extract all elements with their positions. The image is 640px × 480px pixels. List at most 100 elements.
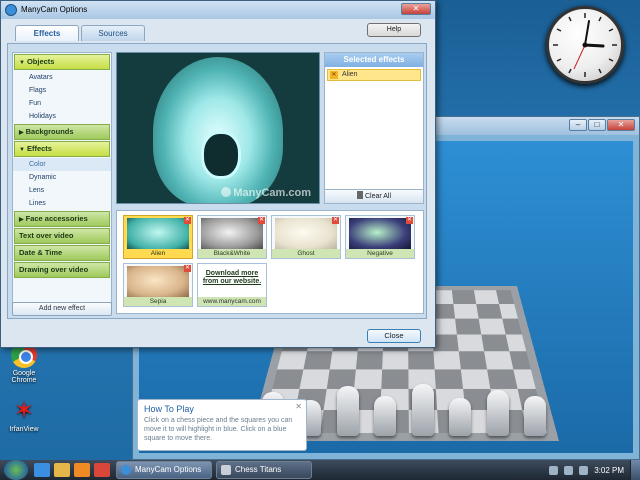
chess-piece-icon[interactable] xyxy=(449,398,472,436)
clock-face-icon xyxy=(553,13,617,77)
chess-piece-icon[interactable] xyxy=(374,396,397,436)
subcategory-lens[interactable]: Lens xyxy=(13,184,111,197)
category-drawing-over-video[interactable]: Drawing over video xyxy=(14,262,110,278)
effect-thumb-sepia[interactable]: ✕ Sepia xyxy=(123,263,193,307)
effect-thumb-alien[interactable]: ✕ Alien xyxy=(123,215,193,259)
start-button[interactable] xyxy=(4,460,28,480)
desktop-icon-label: IrfanView xyxy=(9,426,39,433)
effect-thumb-image xyxy=(349,218,411,250)
tab-effects[interactable]: Effects xyxy=(15,25,79,41)
taskbar: ManyCam Options Chess Titans 3:02 PM xyxy=(0,460,640,480)
remove-effect-icon[interactable]: ✕ xyxy=(184,217,191,224)
selected-effect-item[interactable]: ✕ Alien xyxy=(327,69,421,81)
effect-thumb-label: Ghost xyxy=(272,249,340,258)
download-more-text[interactable]: Download more from our website. xyxy=(198,270,266,286)
ie-icon[interactable] xyxy=(34,463,50,477)
effects-panel: ▼ Objects Avatars Flags Fun Holidays ▶ Bac… xyxy=(7,43,427,319)
minimize-icon[interactable]: – xyxy=(569,119,587,131)
irfanview-icon: ✶ xyxy=(13,397,35,424)
effects-category-menu: ▼ Objects Avatars Flags Fun Holidays ▶ Bac… xyxy=(12,52,112,308)
desktop-icon-chrome[interactable]: Google Chrome xyxy=(4,342,44,384)
manycam-logo-icon xyxy=(221,187,232,197)
trash-icon xyxy=(356,191,363,199)
preview-mouth-image xyxy=(201,131,241,179)
clock-gadget[interactable] xyxy=(546,6,624,84)
manycam-options-window[interactable]: ManyCam Options ✕ Effects Sources Help ▼… xyxy=(0,0,436,348)
effect-thumb-image xyxy=(275,218,337,250)
clock-text[interactable]: 3:02 PM xyxy=(594,466,624,475)
chevron-down-icon: ▼ xyxy=(19,147,25,153)
category-text-over-video[interactable]: Text over video xyxy=(14,228,110,244)
add-new-effect-button[interactable]: Add new effect xyxy=(12,302,112,316)
effect-thumb-negative[interactable]: ✕ Negative xyxy=(345,215,415,259)
how-to-play-text: Click on a chess piece and the squares y… xyxy=(144,417,293,442)
show-desktop-button[interactable] xyxy=(630,460,640,480)
close-icon[interactable]: ✕ xyxy=(607,119,635,131)
desktop-icon-irfanview[interactable]: ✶ IrfanView xyxy=(4,397,44,434)
chess-app-icon xyxy=(221,465,231,475)
remove-effect-icon[interactable]: ✕ xyxy=(258,217,265,224)
effect-thumb-black-white[interactable]: ✕ Black&White xyxy=(197,215,267,259)
chevron-down-icon: ▼ xyxy=(19,60,25,66)
desktop-icon-label: Google Chrome xyxy=(11,370,37,384)
chess-piece-icon[interactable] xyxy=(336,386,359,436)
network-icon[interactable] xyxy=(564,465,574,475)
manycam-app-icon xyxy=(5,4,17,16)
flag-icon[interactable] xyxy=(549,465,559,475)
manycam-title-bar[interactable]: ManyCam Options ✕ xyxy=(1,1,435,19)
close-icon[interactable]: ✕ xyxy=(401,3,431,15)
remove-effect-icon[interactable]: ✕ xyxy=(332,217,339,224)
subcategory-holidays[interactable]: Holidays xyxy=(13,110,111,123)
effect-thumb-label: Alien xyxy=(124,249,192,258)
maximize-icon[interactable]: □ xyxy=(588,119,606,131)
category-objects[interactable]: ▼ Objects xyxy=(14,54,110,70)
manycam-app-icon xyxy=(121,465,131,475)
category-date-time[interactable]: Date & Time xyxy=(14,245,110,261)
category-effects[interactable]: ▼ Effects xyxy=(14,141,110,157)
close-icon[interactable]: ✕ xyxy=(295,402,302,411)
effect-thumb-image xyxy=(201,218,263,250)
taskbar-item-manycam[interactable]: ManyCam Options xyxy=(116,461,212,479)
chevron-right-icon: ▶ xyxy=(19,217,24,223)
media-player-icon[interactable] xyxy=(74,463,90,477)
system-tray: 3:02 PM xyxy=(549,465,630,475)
chess-piece-icon[interactable] xyxy=(411,384,434,436)
how-to-play-tip: ✕ How To Play Click on a chess piece and… xyxy=(137,399,307,451)
taskbar-item-chess[interactable]: Chess Titans xyxy=(216,461,312,479)
remove-effect-icon[interactable]: ✕ xyxy=(330,71,338,79)
category-backgrounds[interactable]: ▶ Backgrounds xyxy=(14,124,110,140)
remove-effect-icon[interactable]: ✕ xyxy=(184,265,191,272)
subcategory-dynamic[interactable]: Dynamic xyxy=(13,171,111,184)
chess-piece-icon[interactable] xyxy=(486,390,509,436)
window-title: ManyCam Options xyxy=(21,5,88,14)
remove-effect-icon[interactable]: ✕ xyxy=(406,217,413,224)
help-button[interactable]: Help xyxy=(367,23,421,37)
selected-effects-header: Selected effects xyxy=(325,53,423,67)
chess-piece-icon[interactable] xyxy=(524,396,547,436)
volume-icon[interactable] xyxy=(579,465,589,475)
effect-thumb-label: Black&White xyxy=(198,249,266,258)
effect-thumb-image xyxy=(127,218,189,250)
download-url[interactable]: www.manycam.com xyxy=(198,297,266,306)
selected-effects-panel: Selected effects ✕ Alien Clear All xyxy=(324,52,424,204)
how-to-play-title: How To Play xyxy=(144,404,194,414)
tab-bar: Effects Sources xyxy=(15,25,145,41)
subcategory-color[interactable]: Color xyxy=(13,158,111,171)
effect-thumb-label: Sepia xyxy=(124,297,192,306)
close-button[interactable]: Close xyxy=(367,329,421,343)
folder-icon[interactable] xyxy=(54,463,70,477)
webcam-preview: ManyCam.com xyxy=(116,52,320,204)
effect-thumb-image xyxy=(127,266,189,298)
subcategory-flags[interactable]: Flags xyxy=(13,84,111,97)
subcategory-avatars[interactable]: Avatars xyxy=(13,71,111,84)
download-more-link[interactable]: Download more from our website. www.manyc… xyxy=(197,263,267,307)
effect-thumb-label: Negative xyxy=(346,249,414,258)
subcategory-fun[interactable]: Fun xyxy=(13,97,111,110)
tab-sources[interactable]: Sources xyxy=(81,25,145,41)
effects-grid: ✕ Alien ✕ Black&White ✕ Ghost ✕ Negative… xyxy=(116,210,424,314)
category-face-accessories[interactable]: ▶ Face accessories xyxy=(14,211,110,227)
flag-icon[interactable] xyxy=(94,463,110,477)
clear-all-button[interactable]: Clear All xyxy=(325,189,423,203)
subcategory-lines[interactable]: Lines xyxy=(13,197,111,210)
effect-thumb-ghost[interactable]: ✕ Ghost xyxy=(271,215,341,259)
